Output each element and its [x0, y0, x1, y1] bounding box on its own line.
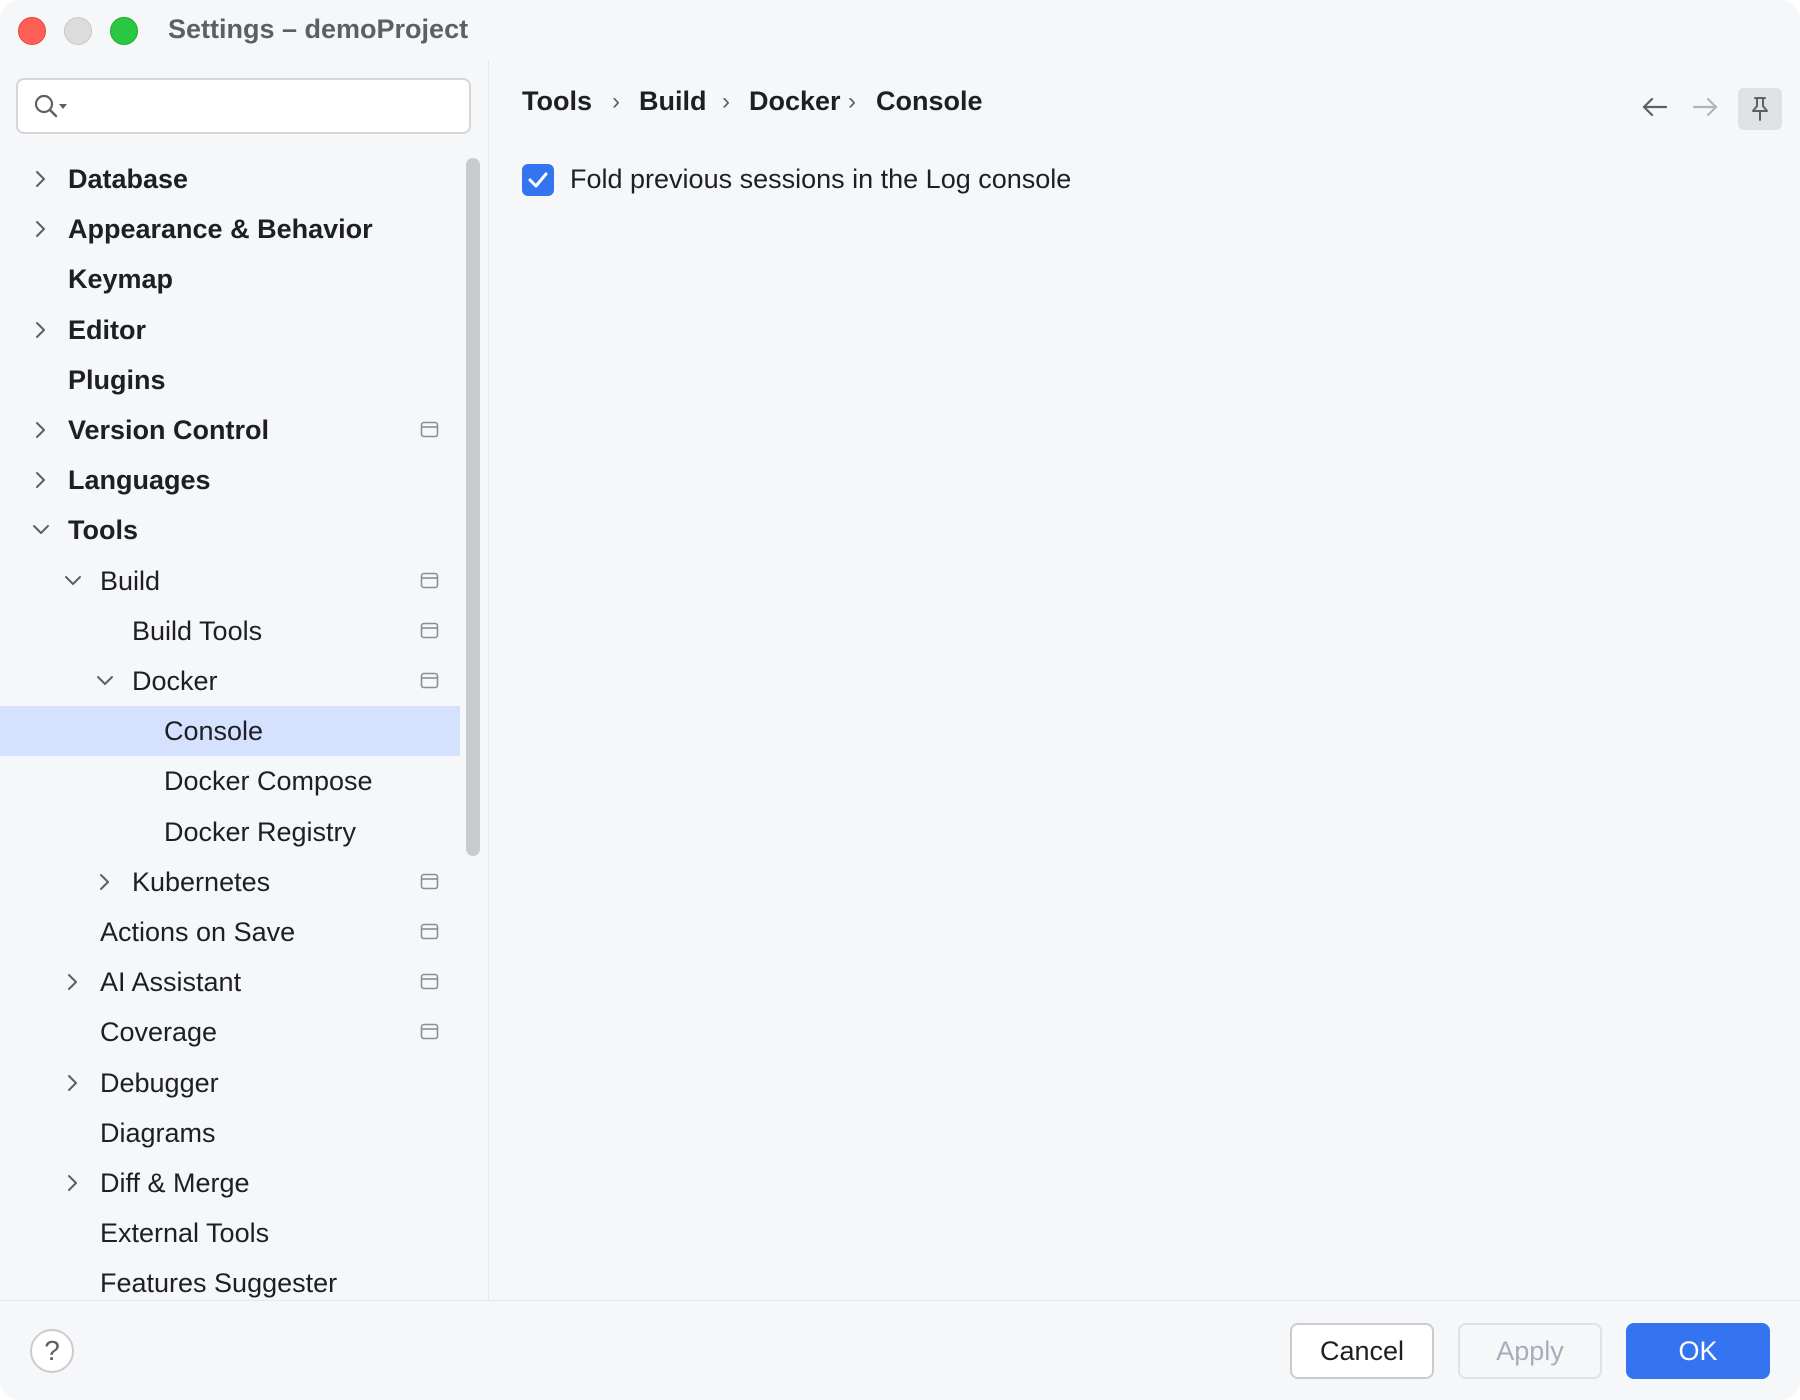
chevron-down-icon[interactable] [94, 670, 116, 692]
checkmark-icon [528, 172, 548, 188]
chevron-down-icon[interactable] [30, 519, 52, 541]
sidebar-item-label: Plugins [68, 364, 166, 395]
close-window-button[interactable] [18, 17, 46, 45]
sidebar-item[interactable]: Actions on Save [0, 907, 460, 957]
sidebar-item-label: Tools [68, 515, 138, 546]
sidebar-item-label: Console [164, 716, 264, 747]
ok-button[interactable]: OK [1626, 1323, 1770, 1379]
breadcrumb-separator: › [612, 88, 620, 115]
sidebar-scrollbar[interactable] [466, 158, 480, 856]
settings-content: Tools › Build › Docker › Console Fold pr… [490, 60, 1800, 1300]
sidebar-item[interactable]: Debugger [0, 1058, 460, 1108]
sidebar-item[interactable]: Kubernetes [0, 857, 460, 907]
project-scope-icon [420, 672, 439, 689]
sidebar-item-label: External Tools [100, 1218, 270, 1249]
sidebar-item-label: Diagrams [100, 1117, 216, 1148]
sidebar-item[interactable]: AI Assistant [0, 957, 460, 1007]
sidebar-item[interactable]: External Tools [0, 1208, 460, 1258]
sidebar-item[interactable]: Tools [0, 505, 460, 555]
cancel-button[interactable]: Cancel [1290, 1323, 1434, 1379]
breadcrumb-item[interactable]: Docker [749, 86, 841, 117]
sidebar-item[interactable]: Docker Compose [0, 756, 460, 806]
minimize-window-button[interactable] [64, 17, 92, 45]
pin-window-button[interactable] [1738, 88, 1782, 130]
search-icon [34, 94, 67, 118]
sidebar-item[interactable]: Database [0, 154, 460, 204]
chevron-right-icon[interactable] [30, 469, 52, 491]
breadcrumb-item: Console [876, 86, 983, 116]
sidebar-item-label: Features Suggester [100, 1268, 338, 1299]
sidebar-item-label: Database [68, 164, 189, 194]
project-scope-icon [420, 873, 439, 890]
forward-button[interactable] [1688, 90, 1722, 124]
fold-sessions-checkbox[interactable] [522, 164, 554, 196]
back-button[interactable] [1638, 90, 1672, 124]
sidebar-item[interactable]: Diff & Merge [0, 1158, 460, 1208]
sidebar-item[interactable]: Build Tools [0, 606, 460, 656]
project-scope-icon [420, 622, 439, 639]
sidebar-item-label: Languages [68, 465, 211, 496]
sidebar-item[interactable]: Diagrams [0, 1108, 460, 1158]
chevron-right-icon[interactable] [30, 319, 52, 341]
sidebar-item[interactable]: Plugins [0, 355, 460, 405]
chevron-right-icon[interactable] [62, 1072, 84, 1094]
sidebar-item-label: Docker [132, 666, 218, 696]
project-scope-icon [420, 572, 439, 588]
sidebar-item[interactable]: Appearance & Behavior [0, 204, 460, 254]
sidebar-item[interactable]: Build [0, 556, 460, 606]
sidebar-item[interactable]: Version Control [0, 405, 460, 455]
fold-sessions-label[interactable]: Fold previous sessions in the Log consol… [570, 164, 1071, 195]
chevron-right-icon[interactable] [94, 871, 116, 893]
arrow-right-icon [1692, 97, 1718, 117]
sidebar-item-label: Debugger [100, 1067, 219, 1098]
project-scope-icon [420, 973, 439, 990]
sidebar-item-label: Kubernetes [132, 866, 271, 897]
sidebar-item[interactable]: Languages [0, 455, 460, 505]
chevron-right-icon[interactable] [30, 168, 52, 190]
sidebar-item[interactable]: Coverage [0, 1007, 460, 1057]
sidebar-item-label: Keymap [68, 264, 174, 295]
settings-window: Settings – demoProject Database Appearanc… [0, 0, 1800, 1400]
dialog-footer: ? Cancel Apply OK [0, 1300, 1800, 1400]
sidebar-item-label: Diff & Merge [100, 1168, 250, 1198]
sidebar-item-label: Docker Registry [164, 816, 357, 847]
chevron-right-icon[interactable] [62, 971, 84, 993]
sidebar-item-label: Build [100, 565, 161, 596]
apply-button[interactable]: Apply [1458, 1323, 1602, 1379]
sidebar-item[interactable]: Console [0, 706, 460, 757]
chevron-right-icon[interactable] [62, 1172, 84, 1194]
sidebar-item-label: Build Tools [132, 615, 263, 646]
project-scope-icon [420, 421, 439, 438]
project-scope-icon [420, 1024, 439, 1040]
window-title: Settings – demoProject [168, 14, 469, 44]
maximize-window-button[interactable] [110, 17, 138, 45]
sidebar-item[interactable]: Docker [0, 656, 460, 706]
breadcrumb-item[interactable]: Build [639, 86, 707, 117]
project-scope-icon [420, 923, 439, 940]
breadcrumb-separator: › [722, 88, 730, 115]
sidebar-item-label: Coverage [100, 1017, 218, 1048]
help-button[interactable]: ? [30, 1329, 74, 1373]
settings-search-input[interactable] [16, 78, 471, 134]
breadcrumb-separator: › [848, 88, 856, 115]
sidebar-item-label: Editor [68, 314, 146, 345]
chevron-right-icon[interactable] [30, 218, 52, 240]
chevron-right-icon[interactable] [30, 419, 52, 441]
sidebar-item-label: Appearance & Behavior [68, 214, 373, 245]
title-bar: Settings – demoProject [0, 0, 1800, 60]
chevron-down-icon[interactable] [62, 570, 84, 592]
sidebar-item-label: Docker Compose [164, 766, 373, 797]
sidebar-item-label: Actions on Save [100, 917, 296, 947]
sidebar-item-label: Version Control [68, 415, 270, 445]
settings-sidebar: Database Appearance & Behavior Keymap Edito… [0, 60, 489, 1300]
breadcrumb-item[interactable]: Tools [522, 86, 592, 117]
pin-icon [1752, 97, 1768, 121]
sidebar-item[interactable]: Docker Registry [0, 807, 460, 857]
sidebar-item[interactable]: Editor [0, 305, 460, 355]
sidebar-item[interactable]: Keymap [0, 254, 460, 304]
sidebar-item-label: AI Assistant [100, 967, 242, 998]
arrow-left-icon [1642, 97, 1668, 117]
